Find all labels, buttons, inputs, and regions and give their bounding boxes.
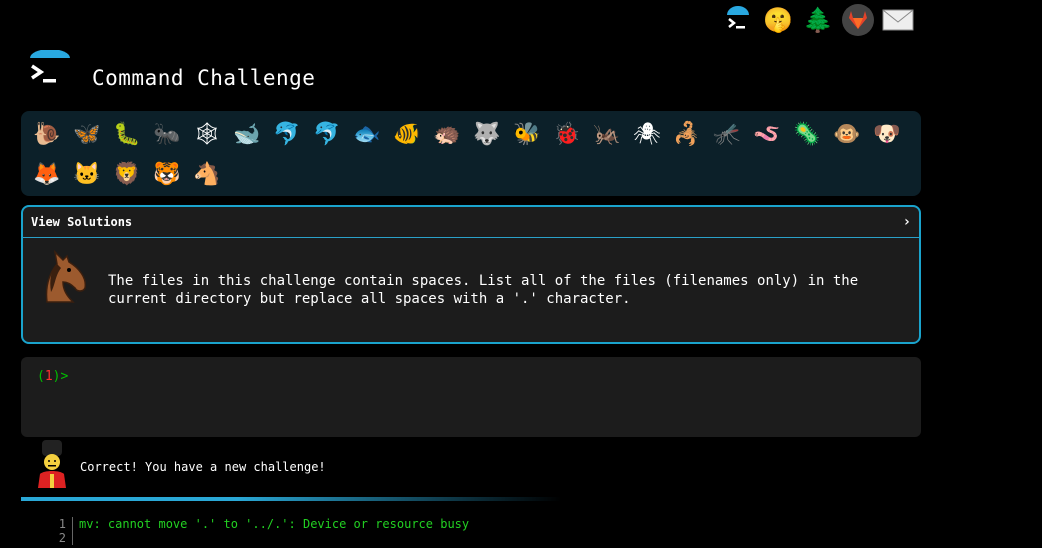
mail-icon[interactable] (882, 4, 914, 36)
shush-face-icon[interactable]: 🤫 (762, 4, 794, 36)
animal-scorpion-icon[interactable]: 🦂 (667, 115, 707, 155)
top-icons: 🤫 🌲 (722, 4, 914, 36)
animal-spider-web-icon[interactable]: 🕸 (187, 115, 227, 155)
animal-bee-icon[interactable]: 🐝 (507, 115, 547, 155)
prompt-number: 1 (44, 369, 53, 384)
animal-whale-icon[interactable]: 🐋 (227, 115, 267, 155)
animal-tropical-fish-icon[interactable]: 🐠 (387, 115, 427, 155)
animal-caterpillar-icon[interactable]: 🐛 (107, 115, 147, 155)
animal-mosquito-icon[interactable]: 🦟 (707, 115, 747, 155)
animal-ant-icon[interactable]: 🐜 (147, 115, 187, 155)
animal-monkey-icon[interactable]: 🐵 (827, 115, 867, 155)
horse-icon (33, 246, 93, 306)
animal-microbe-icon[interactable]: 🦠 (787, 115, 827, 155)
line-number: 2 (52, 531, 73, 545)
animal-dolphin-icon[interactable]: 🐬 (267, 115, 307, 155)
terminal-input[interactable]: (1)> (21, 357, 921, 437)
animal-lion-icon[interactable]: 🦁 (107, 155, 147, 195)
animal-tiger-icon[interactable]: 🐯 (147, 155, 187, 195)
output-text: mv: cannot move '.' to '../.': Device or… (79, 517, 470, 531)
gitlab-icon[interactable] (842, 4, 874, 36)
animal-horse-icon[interactable]: 🐴 (187, 155, 227, 195)
view-solutions-bar[interactable]: View Solutions › (23, 207, 919, 238)
animal-fish-icon[interactable]: 🐟 (347, 115, 387, 155)
animal-ladybug-icon[interactable]: 🐞 (547, 115, 587, 155)
terminal-logo-icon[interactable] (722, 4, 754, 36)
output-line: 2 (52, 531, 469, 545)
prompt-caret: > (60, 369, 69, 384)
terminal-logo-icon (28, 49, 72, 94)
view-solutions-link[interactable]: View Solutions (31, 215, 132, 229)
line-number: 1 (52, 517, 73, 531)
animal-cat-icon[interactable]: 🐱 (67, 155, 107, 195)
challenge-description: The files in this challenge contain spac… (108, 273, 859, 307)
animal-worm-icon[interactable]: 🪱 (747, 115, 787, 155)
animal-hedgehog-icon[interactable]: 🦔 (427, 115, 467, 155)
status-message: Correct! You have a new challenge! (80, 460, 326, 474)
challenge-selector: 🐌 🦋 🐛 🐜 🕸 🐋 🐬 🐬 🐟 🐠 🦔 🐺 🐝 🐞 🦗 🕷 🦂 🦟 🪱 🦠 🐵 🐶 🦊 🐱 🦁 🐯 🐴 (21, 111, 921, 196)
animal-snail-icon[interactable]: 🐌 (27, 115, 67, 155)
guard-icon (32, 440, 72, 488)
animal-butterfly-icon[interactable]: 🦋 (67, 115, 107, 155)
prompt-paren-open: ( (37, 369, 45, 384)
command-output: 1 mv: cannot move '.' to '../.': Device o… (52, 517, 469, 545)
animal-spider-icon[interactable]: 🕷 (627, 115, 667, 155)
output-line: 1 mv: cannot move '.' to '../.': Device o… (52, 517, 469, 531)
challenge-card: View Solutions › The files in this chall… (21, 205, 921, 344)
animal-fox-icon[interactable]: 🦊 (27, 155, 67, 195)
animal-dolphin-2-icon[interactable]: 🐬 (307, 115, 347, 155)
page: 🤫 🌲 Command Challenge 🐌 🦋 🐛 🐜 🕸 🐋 🐬 🐬 🐟 🐠 🦔 (0, 0, 1042, 548)
animal-grid: 🐌 🦋 🐛 🐜 🕸 🐋 🐬 🐬 🐟 🐠 🦔 🐺 🐝 🐞 🦗 🕷 🦂 🦟 🪱 🦠 🐵 🐶 🦊 🐱 🦁 🐯 🐴 (27, 115, 917, 195)
divider (21, 497, 561, 501)
tree-icon[interactable]: 🌲 (802, 4, 834, 36)
page-title: Command Challenge (92, 66, 316, 90)
animal-dog-icon[interactable]: 🐶 (867, 115, 907, 155)
animal-wolf-icon[interactable]: 🐺 (467, 115, 507, 155)
chevron-right-icon[interactable]: › (903, 214, 911, 230)
animal-cricket-icon[interactable]: 🦗 (587, 115, 627, 155)
prompt: (1)> (37, 369, 68, 384)
